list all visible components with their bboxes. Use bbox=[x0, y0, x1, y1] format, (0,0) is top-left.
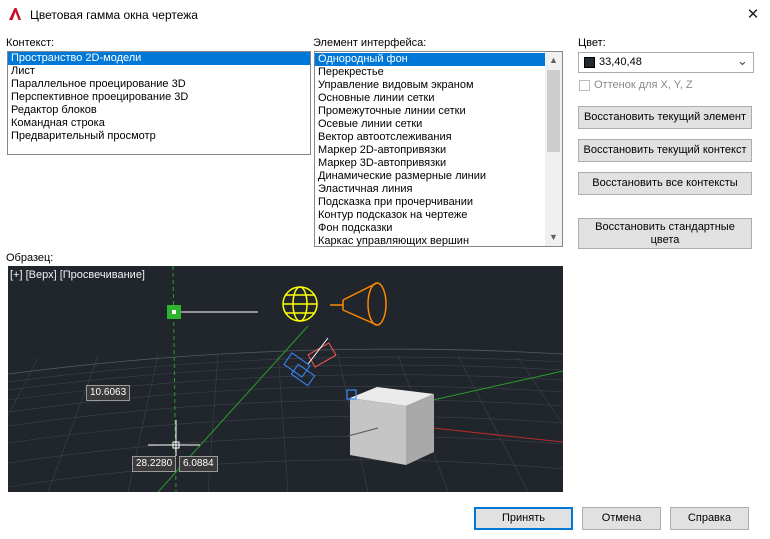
context-list-item[interactable]: Редактор блоков bbox=[8, 104, 310, 117]
apply-button[interactable]: Принять bbox=[474, 507, 573, 530]
restore-current-element-button[interactable]: Восстановить текущий элемент bbox=[578, 106, 752, 129]
cube-side bbox=[406, 394, 434, 465]
element-list-item[interactable]: Перекрестье bbox=[315, 66, 545, 79]
tint-xyz-checkbox[interactable] bbox=[579, 80, 590, 91]
element-list-items: Однородный фон Перекрестье Управление видо… bbox=[315, 53, 545, 246]
restore-all-contexts-button[interactable]: Восстановить все контексты bbox=[578, 172, 752, 195]
close-icon: ✕ bbox=[746, 6, 760, 23]
element-list-item[interactable]: Фон подсказки bbox=[315, 222, 545, 235]
element-list-item[interactable]: Маркер 3D-автопривязки bbox=[315, 157, 545, 170]
element-list-item[interactable]: Управление видовым экраном bbox=[315, 79, 545, 92]
crosshair-icon bbox=[148, 420, 200, 456]
cancel-button[interactable]: Отмена bbox=[582, 507, 661, 530]
element-list-item[interactable]: Контур подсказок на чертеже bbox=[315, 209, 545, 222]
dimension-tooltip: 10.6063 bbox=[86, 385, 131, 401]
restore-current-context-button[interactable]: Восстановить текущий контекст bbox=[578, 139, 752, 162]
element-list-item[interactable]: Основные линии сетки bbox=[315, 92, 545, 105]
spotlight-glyph bbox=[330, 282, 387, 326]
chevron-down-icon: ⌄ bbox=[737, 53, 748, 68]
element-list-item[interactable]: Осевые линии сетки bbox=[315, 118, 545, 131]
camera-glyph-red bbox=[307, 337, 337, 368]
context-list-item[interactable]: Перспективное проецирование 3D bbox=[8, 91, 310, 104]
coordinate-y-tooltip: 6.0884 bbox=[179, 456, 218, 472]
color-value: 33,40,48 bbox=[599, 56, 642, 68]
element-list-item[interactable]: Однородный фон bbox=[315, 53, 545, 66]
element-scrollbar[interactable]: ▲ ▼ bbox=[545, 52, 562, 246]
element-list-item[interactable]: Эластичная линия bbox=[315, 183, 545, 196]
preview-label: Образец: bbox=[6, 252, 54, 264]
element-list-item[interactable]: Вектор автоотслеживания bbox=[315, 131, 545, 144]
context-list-item[interactable]: Предварительный просмотр bbox=[8, 130, 310, 143]
color-label: Цвет: bbox=[578, 37, 606, 49]
element-list-item[interactable]: Каркас управляющих вершин bbox=[315, 235, 545, 246]
element-list-item[interactable]: Промежуточные линии сетки bbox=[315, 105, 545, 118]
tint-xyz-label: Оттенок для X, Y, Z bbox=[594, 79, 693, 91]
autocad-logo-icon bbox=[9, 8, 21, 20]
context-list-item[interactable]: Пространство 2D-модели bbox=[8, 52, 310, 65]
snap-marker-center bbox=[172, 310, 176, 314]
light-glyph bbox=[282, 286, 318, 322]
restore-default-line2: цвета bbox=[650, 233, 680, 246]
restore-default-colors-button[interactable]: Восстановить стандартные цвета bbox=[578, 218, 752, 249]
title-bar: Цветовая гамма окна чертежа ✕ bbox=[0, 0, 770, 30]
scroll-thumb[interactable] bbox=[547, 70, 560, 152]
context-listbox[interactable]: Пространство 2D-модели Лист Параллельное п… bbox=[7, 51, 311, 155]
context-list-item[interactable]: Лист bbox=[8, 65, 310, 78]
color-swatch bbox=[584, 57, 595, 68]
context-label: Контекст: bbox=[6, 37, 55, 49]
close-button[interactable]: ✕ bbox=[740, 4, 766, 26]
viewport-label: [+] [Верх] [Просвечивание] bbox=[10, 269, 145, 281]
coordinate-x-tooltip: 28.2280 bbox=[132, 456, 177, 472]
scroll-down-arrow-icon[interactable]: ▼ bbox=[545, 229, 562, 246]
cube-front bbox=[350, 398, 406, 465]
element-list-item[interactable]: Динамические размерные линии bbox=[315, 170, 545, 183]
color-dropdown[interactable]: 33,40,48 ⌄ bbox=[578, 52, 754, 73]
preview-drawing bbox=[8, 266, 563, 492]
help-button[interactable]: Справка bbox=[670, 507, 749, 530]
context-list-item[interactable]: Параллельное проецирование 3D bbox=[8, 78, 310, 91]
element-list-item[interactable]: Подсказка при прочерчивании bbox=[315, 196, 545, 209]
restore-default-line1: Восстановить стандартные bbox=[595, 220, 735, 233]
scroll-up-arrow-icon[interactable]: ▲ bbox=[545, 52, 562, 69]
element-list-item[interactable]: Маркер 2D-автопривязки bbox=[315, 144, 545, 157]
preview-viewport: [+] [Верх] [Просвечивание] 10.6063 28.22… bbox=[8, 266, 563, 492]
window-title: Цветовая гамма окна чертежа bbox=[30, 8, 198, 22]
element-label: Элемент интерфейса: bbox=[313, 37, 427, 49]
perspective-grid bbox=[8, 353, 563, 492]
element-listbox[interactable]: Однородный фон Перекрестье Управление видо… bbox=[314, 51, 563, 247]
context-list-item[interactable]: Командная строка bbox=[8, 117, 310, 130]
